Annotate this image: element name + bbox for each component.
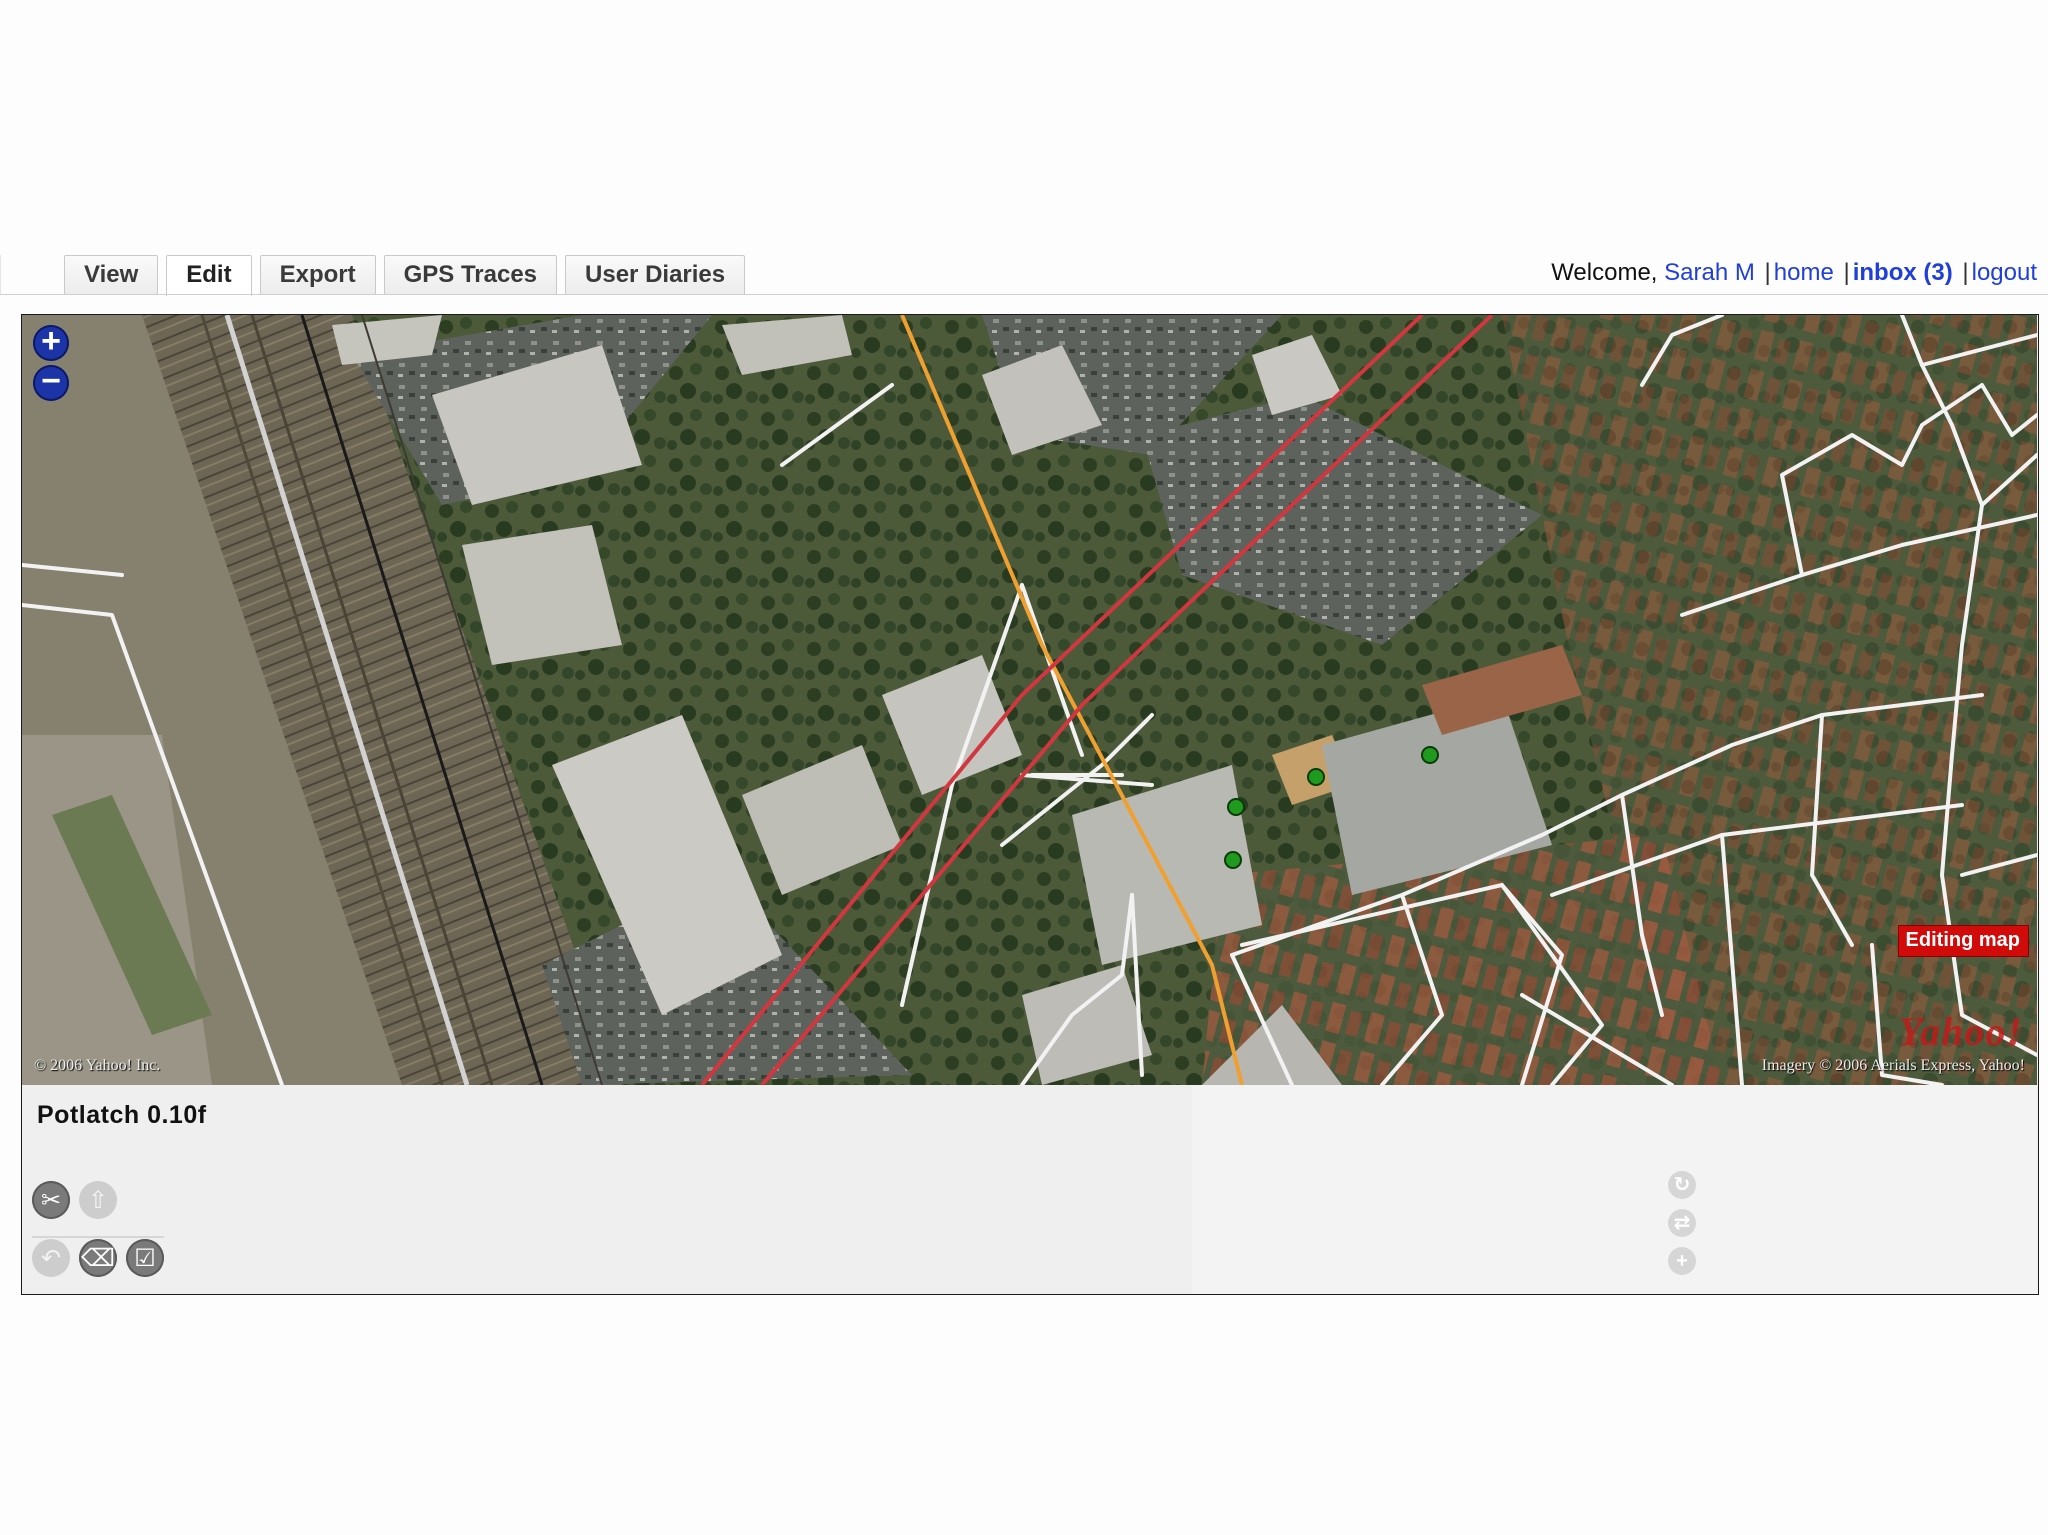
properties-area (1192, 1085, 2037, 1294)
page: View Edit Export GPS Traces User Diaries… (0, 0, 2048, 1535)
checkbox-icon[interactable]: ☑ (126, 1239, 164, 1277)
zoom-out-button[interactable]: − (33, 364, 69, 401)
separator: | (1764, 259, 1771, 286)
editing-map-badge: Editing map (1897, 925, 2029, 957)
welcome-text: Welcome, (1551, 259, 1658, 286)
account-links: Welcome, Sarah M | home | inbox (3) | logou… (1551, 259, 2037, 287)
editor-panel: Potlatch 0.10f ✂ ⇧ ↶ ⌫ ☑ ↻ ⇄ + (22, 1085, 2037, 1294)
inbox-link[interactable]: inbox (3) (1853, 259, 1953, 286)
toolbar-divider (32, 1236, 164, 1238)
imagery-copyright: Imagery © 2006 Aerials Express, Yahoo! (1761, 1057, 2025, 1074)
user-link[interactable]: Sarah M (1664, 259, 1755, 286)
scissors-icon[interactable]: ✂ (32, 1181, 70, 1219)
logout-link[interactable]: logout (1972, 259, 2037, 286)
map-canvas[interactable]: + − Editing map Yahoo! © 2006 Yahoo! Inc… (22, 315, 2037, 1085)
tab-export[interactable]: Export (259, 255, 376, 295)
tab-divider (0, 294, 2048, 295)
editor-title: Potlatch 0.10f (37, 1101, 207, 1129)
eraser-icon[interactable]: ⌫ (79, 1239, 117, 1277)
page-edge (0, 255, 1, 295)
separator: | (1843, 259, 1850, 286)
zoom-in-button[interactable]: + (33, 324, 69, 361)
separator: | (1962, 259, 1969, 286)
home-link[interactable]: home (1774, 259, 1834, 286)
tab-view[interactable]: View (64, 255, 159, 295)
tab-edit[interactable]: Edit (166, 255, 252, 296)
rotate-icon[interactable]: ↻ (1668, 1171, 1696, 1199)
map-copyright: © 2006 Yahoo! Inc. (34, 1057, 161, 1074)
main-tabs: View Edit Export GPS Traces User Diaries (64, 255, 746, 296)
tab-gps-traces[interactable]: GPS Traces (383, 255, 558, 295)
editor-frame: + − Editing map Yahoo! © 2006 Yahoo! Inc… (21, 314, 2039, 1295)
undo-icon[interactable]: ↶ (32, 1239, 70, 1277)
yahoo-logo: Yahoo! (1898, 1009, 2023, 1054)
swap-icon[interactable]: ⇄ (1668, 1209, 1696, 1237)
plus-icon[interactable]: + (1668, 1247, 1696, 1275)
aerial-imagery (22, 315, 2037, 1085)
tab-user-diaries[interactable]: User Diaries (565, 255, 746, 295)
up-arrow-icon[interactable]: ⇧ (79, 1181, 117, 1219)
